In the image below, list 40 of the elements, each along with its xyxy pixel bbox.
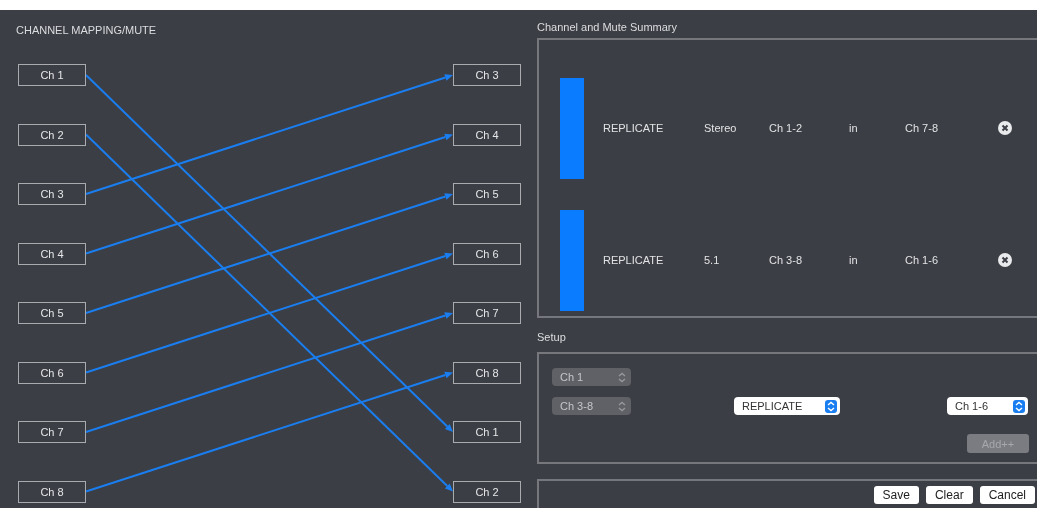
channel-node[interactable]: Ch 8 bbox=[18, 480, 86, 503]
channel-node[interactable]: Ch 4 bbox=[453, 123, 521, 146]
footer-button[interactable]: Clear bbox=[925, 486, 973, 504]
remove-icon[interactable] bbox=[998, 253, 1012, 267]
channel-node[interactable]: Ch 1 bbox=[18, 64, 86, 86]
section-title: Setup bbox=[537, 331, 567, 343]
channel-node[interactable]: Ch 3 bbox=[18, 183, 86, 205]
section-title: Channel and Mute Summary bbox=[537, 21, 678, 33]
channel-node[interactable]: Ch 1 bbox=[453, 421, 521, 443]
footer-button[interactable]: Cancel bbox=[979, 486, 1035, 504]
channel-node[interactable]: Ch 6 bbox=[18, 361, 86, 384]
preposition-label: in bbox=[849, 122, 859, 134]
target-label: Ch 1-6 bbox=[905, 254, 940, 266]
stepper-icon bbox=[616, 399, 628, 413]
source-label: Ch 1-2 bbox=[769, 122, 804, 134]
channel-node[interactable]: Ch 8 bbox=[453, 361, 521, 384]
channel-node[interactable]: Ch 5 bbox=[18, 302, 86, 324]
preposition-label: in bbox=[849, 254, 859, 266]
dropdown[interactable]: REPLICATE bbox=[734, 397, 840, 415]
format-label: 5.1 bbox=[704, 254, 721, 266]
stepper-icon bbox=[1013, 399, 1025, 413]
channel-node[interactable]: Ch 7 bbox=[18, 421, 86, 443]
channel-node[interactable]: Ch 4 bbox=[18, 242, 86, 265]
channel-node[interactable]: Ch 2 bbox=[453, 480, 521, 503]
remove-icon[interactable] bbox=[998, 121, 1012, 135]
dropdown[interactable]: Ch 1-6 bbox=[947, 397, 1028, 415]
channel-node[interactable]: Ch 7 bbox=[453, 302, 521, 324]
panel-title: CHANNEL MAPPING/MUTE bbox=[16, 24, 157, 36]
source-label: Ch 3-8 bbox=[769, 254, 804, 266]
mode-label: REPLICATE bbox=[603, 122, 665, 134]
channel-node[interactable]: Ch 6 bbox=[453, 242, 521, 265]
channel-node[interactable]: Ch 2 bbox=[18, 123, 86, 146]
footer-button[interactable]: Save bbox=[873, 486, 919, 504]
channel-node[interactable]: Ch 5 bbox=[453, 183, 521, 205]
stepper-icon bbox=[616, 370, 628, 384]
target-label: Ch 7-8 bbox=[905, 122, 940, 134]
format-label: Stereo bbox=[704, 122, 738, 134]
channel-node[interactable]: Ch 3 bbox=[453, 64, 521, 86]
stepper-icon bbox=[825, 399, 837, 413]
mode-label: REPLICATE bbox=[603, 254, 665, 266]
